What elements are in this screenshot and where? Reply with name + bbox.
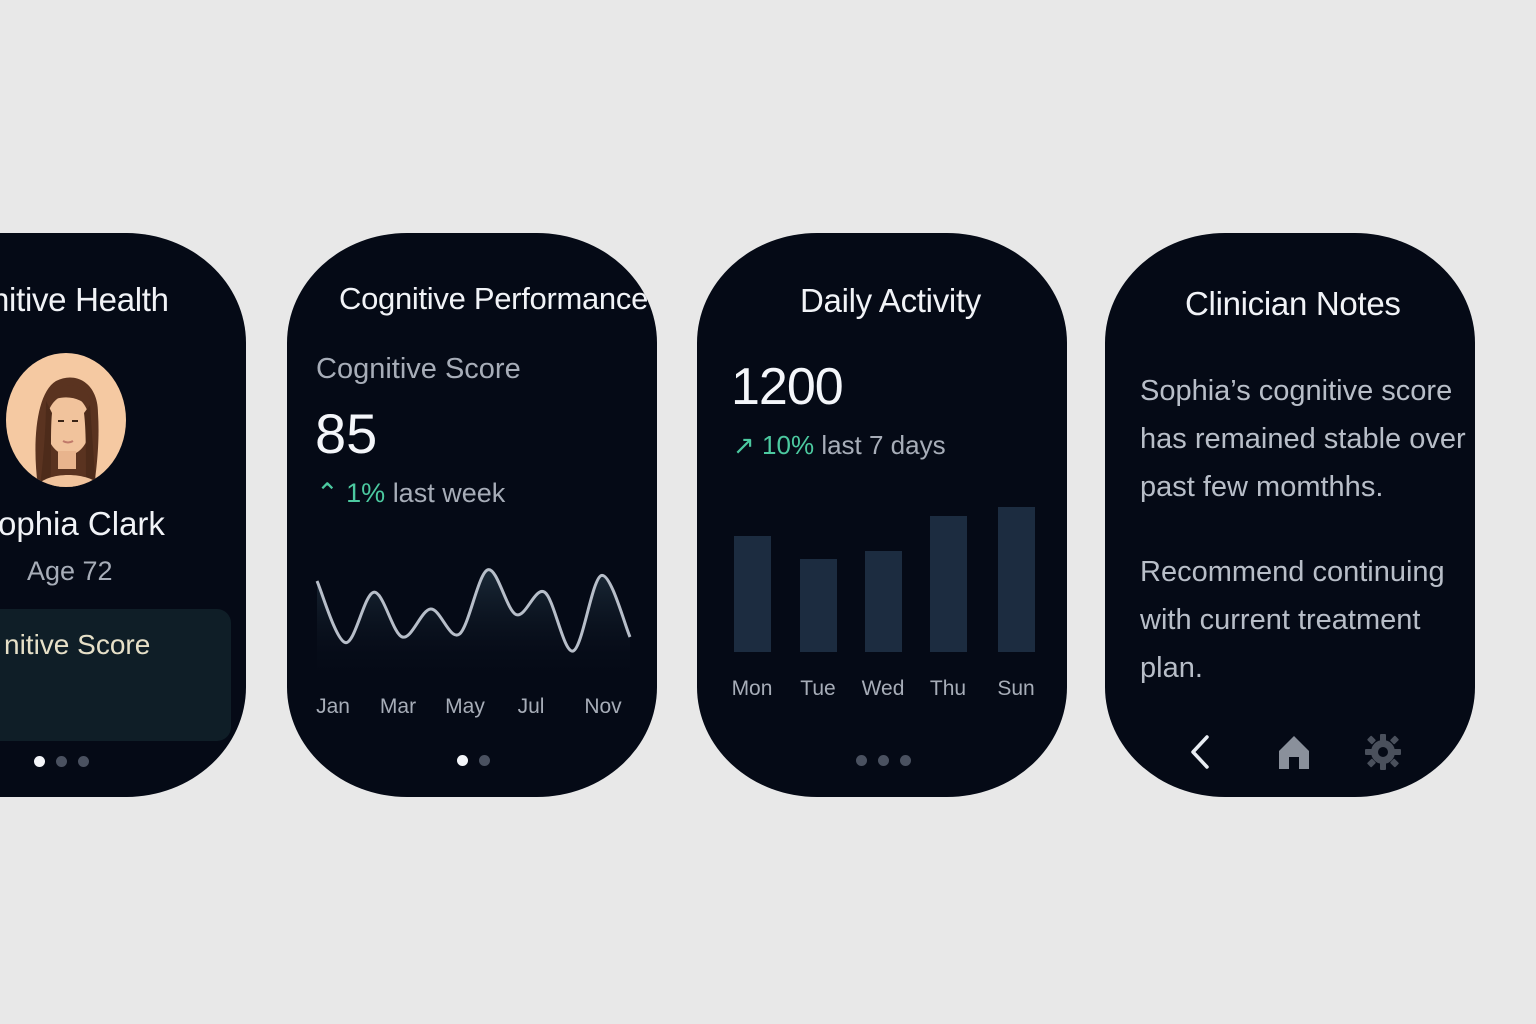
screen-title: Cognitive Performance: [339, 281, 649, 316]
cognitive-line-chart: [315, 568, 632, 683]
clinician-note-1: Sophia’s cognitive score has remained st…: [1140, 375, 1466, 503]
x-tick-label: Mon: [731, 677, 773, 700]
x-tick-label: May: [445, 695, 485, 718]
x-tick-label: Wed: [861, 677, 905, 700]
bar: [998, 507, 1035, 652]
patient-avatar: [6, 353, 126, 487]
patient-age: Age 72: [27, 556, 113, 586]
x-tick-label: Jan: [316, 695, 350, 718]
cognitive-score-card[interactable]: nitive Score: [0, 609, 231, 741]
watch-carousel: nitive Health ophia Clark Age 72 nitive …: [0, 0, 1536, 1024]
page-dot-active: [457, 755, 468, 766]
screen-title: nitive Health: [0, 281, 169, 318]
watch-screen-cognitive-performance[interactable]: Cognitive Performance Cognitive Score 85…: [287, 233, 657, 797]
score-label: Cognitive Score: [316, 353, 521, 385]
change-percent: 10%: [762, 430, 815, 460]
change-period: last 7 days: [821, 430, 946, 460]
clinician-note-2: Recommend continuing with current treatm…: [1140, 556, 1445, 684]
x-tick-label: Jul: [517, 695, 545, 718]
bar: [800, 559, 837, 652]
x-tick-label: Nov: [584, 695, 622, 718]
bar: [865, 551, 902, 652]
page-dot: [479, 755, 490, 766]
steps-value: 1200: [731, 358, 844, 416]
watch-screen-daily-activity[interactable]: Daily Activity 1200 ↗ 10% last 7 days Mo…: [697, 233, 1067, 797]
bar: [734, 536, 771, 652]
x-tick-label: Mar: [379, 695, 417, 718]
watch-screen-cognitive-health[interactable]: nitive Health ophia Clark Age 72 nitive …: [0, 233, 246, 797]
x-tick-label: Sun: [997, 677, 1035, 700]
page-dot: [78, 756, 89, 767]
x-tick-label: Tue: [800, 677, 836, 700]
trend-up-icon: ⌃: [316, 478, 339, 508]
page-dot: [56, 756, 67, 767]
page-dot-active: [34, 756, 45, 767]
patient-name: ophia Clark: [0, 505, 165, 542]
page-dot: [900, 755, 911, 766]
gear-icon[interactable]: [1364, 733, 1402, 771]
page-dot: [878, 755, 889, 766]
score-change: ⌃ 1% last week: [316, 478, 505, 509]
home-icon[interactable]: [1275, 733, 1313, 771]
x-tick-label: Thu: [929, 677, 967, 700]
screen-title: Clinician Notes: [1185, 285, 1401, 322]
change-period: last week: [392, 478, 506, 508]
trend-up-icon: ↗: [733, 430, 755, 460]
bar: [930, 516, 967, 652]
screen-title: Daily Activity: [800, 282, 982, 319]
change-percent: 1%: [346, 478, 386, 508]
watch-screen-clinician-notes[interactable]: Clinician Notes Sophia’s cognitive score…: [1105, 233, 1475, 797]
activity-change: ↗ 10% last 7 days: [733, 430, 946, 461]
page-dot: [856, 755, 867, 766]
score-value: 85: [315, 402, 378, 465]
chevron-left-icon[interactable]: [1183, 733, 1221, 771]
card-label: nitive Score: [4, 629, 151, 660]
